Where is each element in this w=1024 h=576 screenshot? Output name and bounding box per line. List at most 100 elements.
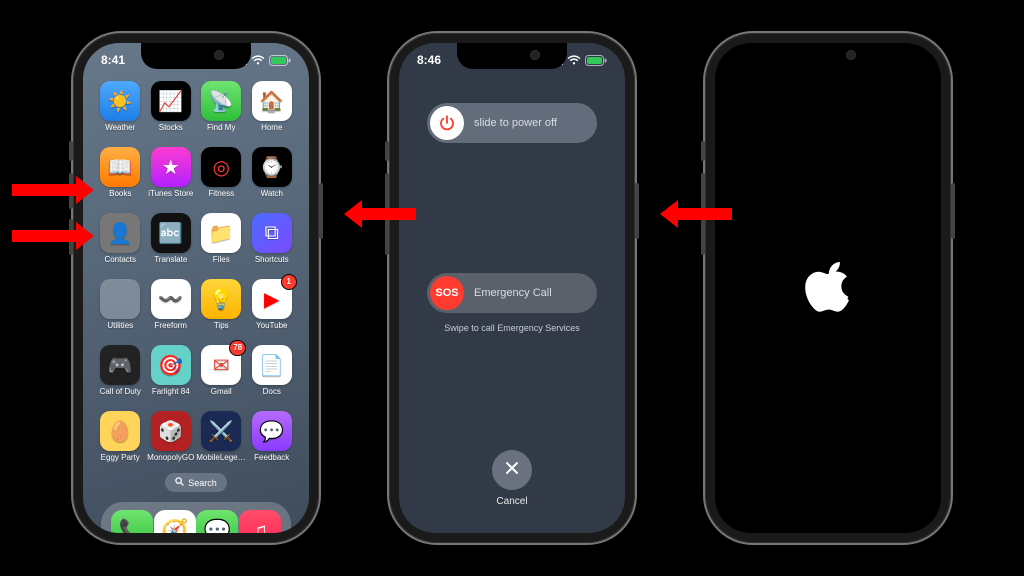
app-translate[interactable]: 🔤Translate [146, 213, 197, 275]
app-label: Tips [214, 321, 229, 330]
app-label: Fitness [208, 189, 234, 198]
app-utilities[interactable]: Utilities [95, 279, 146, 341]
wifi-icon [251, 55, 265, 65]
app-icon: ⧉ [252, 213, 292, 253]
battery-icon [269, 55, 291, 66]
app-icon: 📡 [201, 81, 241, 121]
app-label: Watch [261, 189, 283, 198]
app-icon: 🔤 [151, 213, 191, 253]
app-label: Eggy Party [101, 453, 140, 462]
app-gmail[interactable]: ✉78Gmail [196, 345, 247, 407]
app-docs[interactable]: 📄Docs [247, 345, 298, 407]
app-icon: 💡 [201, 279, 241, 319]
app-books[interactable]: 📖 Books [95, 147, 146, 209]
status-time: 8:46 [417, 53, 441, 67]
phone-home-screen: 8:41 ☀️Weather📈Stocks📡Find My🏠Home📖Books… [73, 33, 319, 543]
app-grid: ☀️Weather📈 Stocks 📡 Find My 🏠Home 📖 Books ★iTun… [95, 77, 297, 473]
app-find-my[interactable]: 📡 Find My [196, 81, 247, 143]
app-weather[interactable]: ☀️Weather [95, 81, 146, 143]
cancel-button[interactable] [492, 450, 532, 490]
slide-emergency-call[interactable]: SOS Emergency Call [427, 273, 597, 313]
boot-screen [715, 43, 941, 533]
emergency-hint: Swipe to call Emergency Services [444, 323, 580, 333]
app-label: MonopolyGO [147, 453, 194, 462]
app-freeform[interactable]: 〰️ Freeform [146, 279, 197, 341]
app-eggy-party[interactable]: 🥚Eggy Party [95, 411, 146, 473]
app-label: Books [109, 189, 131, 198]
app-call-of-duty[interactable]: 🎮 Call of Duty [95, 345, 146, 407]
mute-switch[interactable] [385, 141, 389, 161]
app-label: YouTube [256, 321, 287, 330]
cancel-label: Cancel [496, 496, 527, 507]
app-itunes-store[interactable]: ★iTunes Store [146, 147, 197, 209]
tutorial-stage: 8:41 ☀️Weather📈Stocks📡Find My🏠Home📖Books… [0, 0, 1024, 576]
app-icon [100, 279, 140, 319]
app-label: Stocks [159, 123, 183, 132]
sos-icon: SOS [430, 276, 464, 310]
emergency-call-label: Emergency Call [474, 287, 552, 299]
side-power-button[interactable] [951, 183, 955, 239]
phone-power-off-screen: 8:46 slide to power off [389, 33, 635, 543]
mute-switch[interactable] [701, 141, 705, 161]
app-label: Contacts [104, 255, 136, 264]
side-power-button[interactable] [635, 183, 639, 239]
notification-badge: 1 [282, 275, 296, 289]
app-icon: 🏠 [252, 81, 292, 121]
app-fitness[interactable]: ◎Fitness [196, 147, 247, 209]
power-icon [430, 106, 464, 140]
app-label: Call of Duty [100, 387, 141, 396]
notch [457, 43, 567, 69]
app-label: Gmail [211, 387, 232, 396]
app-icon: ▶1 [252, 279, 292, 319]
app-icon: 🎲 [151, 411, 191, 451]
app-label: Docs [263, 387, 281, 396]
app-files[interactable]: 📁Files [196, 213, 247, 275]
app-icon: 📖 [100, 147, 140, 187]
app-icon: ⚔️ [201, 411, 241, 451]
slide-to-power-off[interactable]: slide to power off [427, 103, 597, 143]
app-monopolygo[interactable]: 🎲 MonopolyGO [146, 411, 197, 473]
dock-messages-icon[interactable]: 💬 [196, 510, 238, 533]
side-power-button[interactable] [319, 183, 323, 239]
app-shortcuts[interactable]: ⧉ Shortcuts [247, 213, 298, 275]
search-pill[interactable]: Search [165, 473, 227, 492]
close-icon [504, 460, 520, 481]
search-icon [175, 477, 184, 488]
home-screen: ☀️Weather📈 Stocks 📡 Find My 🏠Home 📖 Books ★iTun… [83, 43, 309, 533]
search-label: Search [188, 478, 217, 488]
app-tips[interactable]: 💡 Tips [196, 279, 247, 341]
app-icon: 📈 [151, 81, 191, 121]
app-farlight-84[interactable]: 🎯Farlight 84 [146, 345, 197, 407]
app-youtube[interactable]: ▶1 YouTube [247, 279, 298, 341]
app-feedback[interactable]: 💬 Feedback [247, 411, 298, 473]
app-icon: 〰️ [151, 279, 191, 319]
app-label: Feedback [254, 453, 289, 462]
app-home[interactable]: 🏠Home [247, 81, 298, 143]
app-label: Freeform [155, 321, 187, 330]
app-label: Files [213, 255, 230, 264]
apple-logo-icon [800, 258, 856, 319]
dock-safari-icon[interactable]: 🧭 [154, 510, 196, 533]
app-mobilelegends-[interactable]: ⚔️MobileLegends… [196, 411, 247, 473]
notch [773, 43, 883, 69]
app-label: iTunes Store [148, 189, 193, 198]
app-watch[interactable]: ⌚Watch [247, 147, 298, 209]
app-label: Utilities [107, 321, 133, 330]
app-label: Farlight 84 [152, 387, 190, 396]
dock: 📞🧭💬♫ [101, 502, 291, 533]
vol-dn-arrow [12, 222, 94, 250]
notch [141, 43, 251, 69]
app-icon: 🎮 [100, 345, 140, 385]
dock-music-icon[interactable]: ♫ [239, 510, 281, 533]
app-icon: 👤 [100, 213, 140, 253]
app-label: Find My [207, 123, 235, 132]
app-icon: 💬 [252, 411, 292, 451]
mute-switch[interactable] [69, 141, 73, 161]
dock-phone-icon[interactable]: 📞 [111, 510, 153, 533]
vol-up-arrow [12, 176, 94, 204]
power-arrow-2 [660, 200, 732, 228]
app-label: Shortcuts [255, 255, 289, 264]
app-stocks[interactable]: 📈 Stocks [146, 81, 197, 143]
app-contacts[interactable]: 👤 Contacts [95, 213, 146, 275]
battery-icon [585, 55, 607, 66]
